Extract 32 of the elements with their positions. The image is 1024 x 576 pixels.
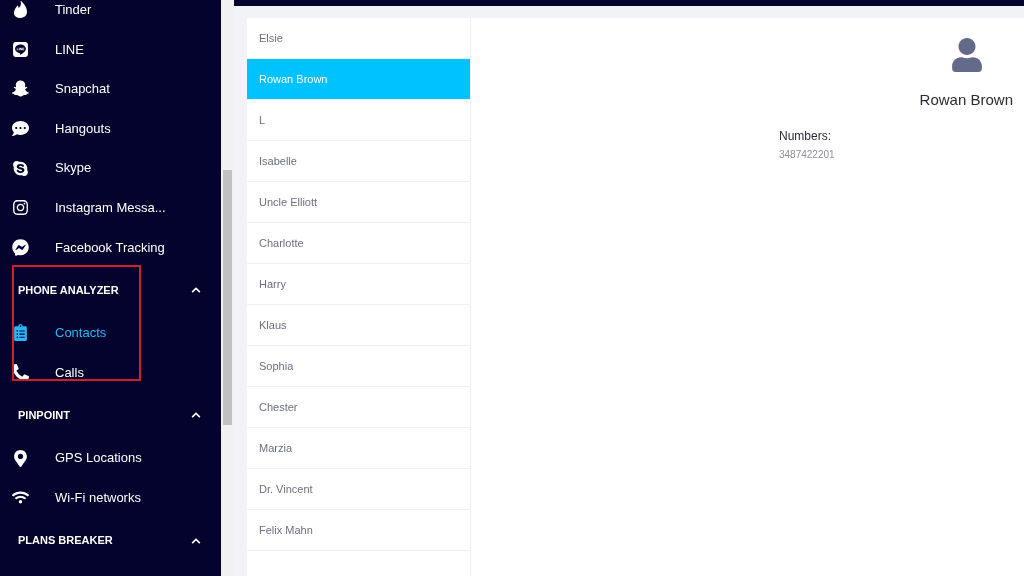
chevron-icon (191, 410, 201, 421)
map-pin-icon (12, 449, 29, 467)
clipboard-icon (12, 324, 29, 342)
numbers-label: Numbers: (779, 127, 832, 145)
scrollbar-thumb[interactable] (223, 170, 232, 425)
phone-icon (12, 364, 29, 382)
nav-item[interactable]: Hangouts (0, 108, 221, 149)
nav-item[interactable]: Skype (0, 148, 221, 188)
nav-item[interactable]: Snapchat (0, 69, 221, 109)
camera-icon (12, 199, 29, 217)
nav-item[interactable]: Tinder (0, 0, 221, 30)
ghost-icon (12, 80, 29, 98)
phone-number: 3487422201 (779, 147, 836, 162)
contact-name: Rowan Brown (919, 90, 1013, 110)
section-header[interactable]: PINPOINT (0, 392, 221, 439)
nav-item[interactable]: LINE (0, 29, 221, 70)
nav-item[interactable]: Contacts (0, 313, 221, 353)
flame-icon (12, 1, 29, 19)
scrollbar[interactable] (221, 0, 234, 576)
section-header[interactable]: PLANS BREAKER (0, 517, 221, 564)
nav-item[interactable]: Calls (0, 352, 221, 393)
nav-item[interactable]: Facebook Tracking (0, 227, 221, 268)
person-icon (950, 38, 984, 72)
messenger-icon (12, 238, 29, 256)
line-chat-icon (12, 40, 29, 58)
nav-item[interactable]: Instagram Messa... (0, 187, 221, 228)
skype-icon (12, 159, 29, 177)
section-header[interactable]: PHONE ANALYZER (0, 267, 221, 314)
nav-item[interactable]: Wi-Fi networks (0, 477, 221, 518)
quote-bubble-icon (12, 120, 29, 138)
nav-item[interactable]: GPS Locations (0, 438, 221, 478)
chevron-icon (191, 285, 201, 296)
